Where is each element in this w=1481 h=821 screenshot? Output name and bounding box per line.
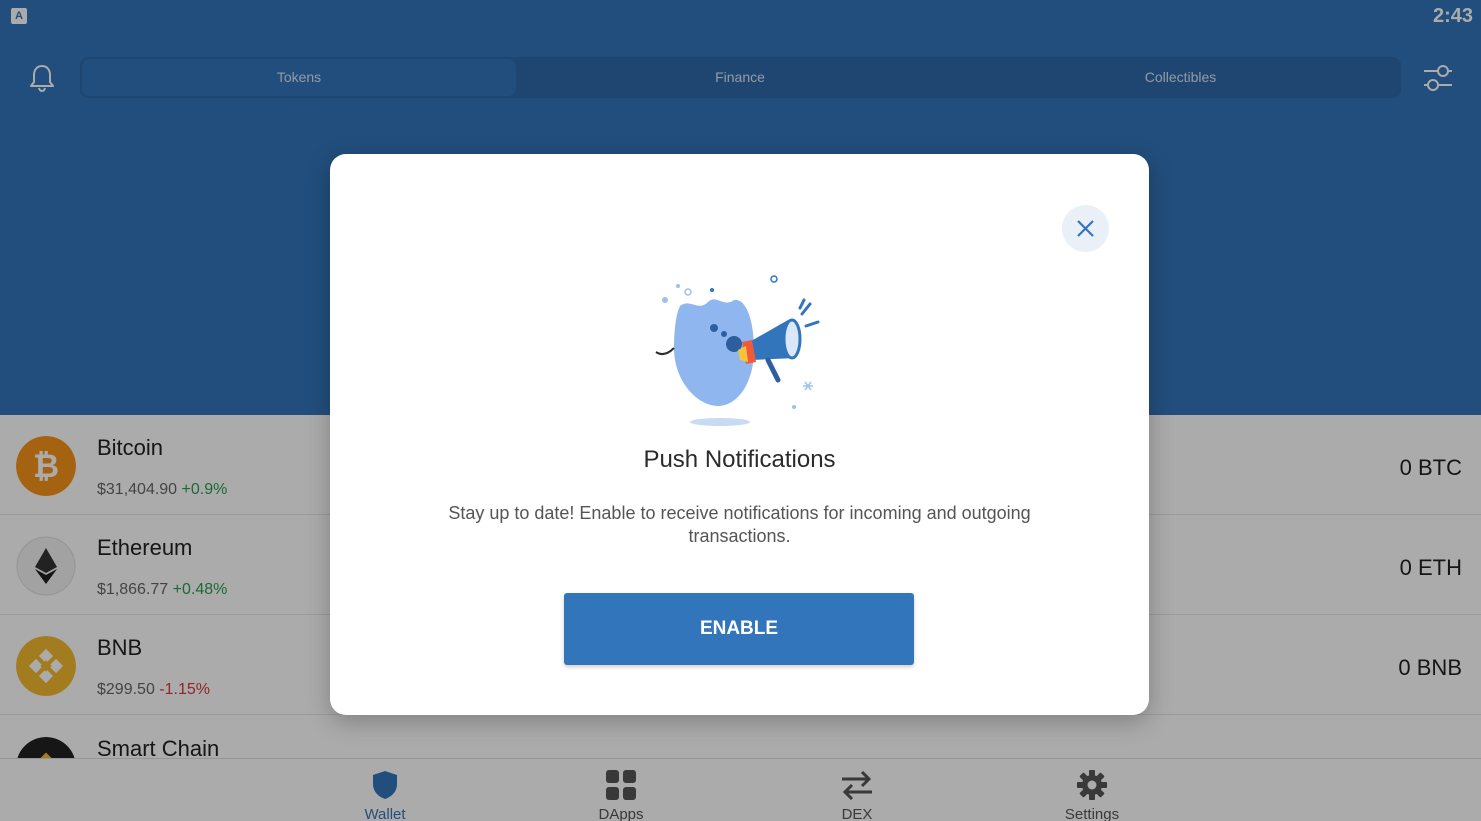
- enable-button[interactable]: ENABLE: [564, 593, 914, 665]
- megaphone-mascot-illustration: [655, 275, 820, 426]
- dialog-title: Push Notifications: [643, 446, 836, 473]
- push-notifications-dialog: Push Notifications Stay up to date! Enab…: [330, 154, 1149, 715]
- close-icon: [1077, 220, 1094, 237]
- close-button[interactable]: [1062, 205, 1109, 252]
- dialog-description: Stay up to date! Enable to receive notif…: [448, 503, 1031, 546]
